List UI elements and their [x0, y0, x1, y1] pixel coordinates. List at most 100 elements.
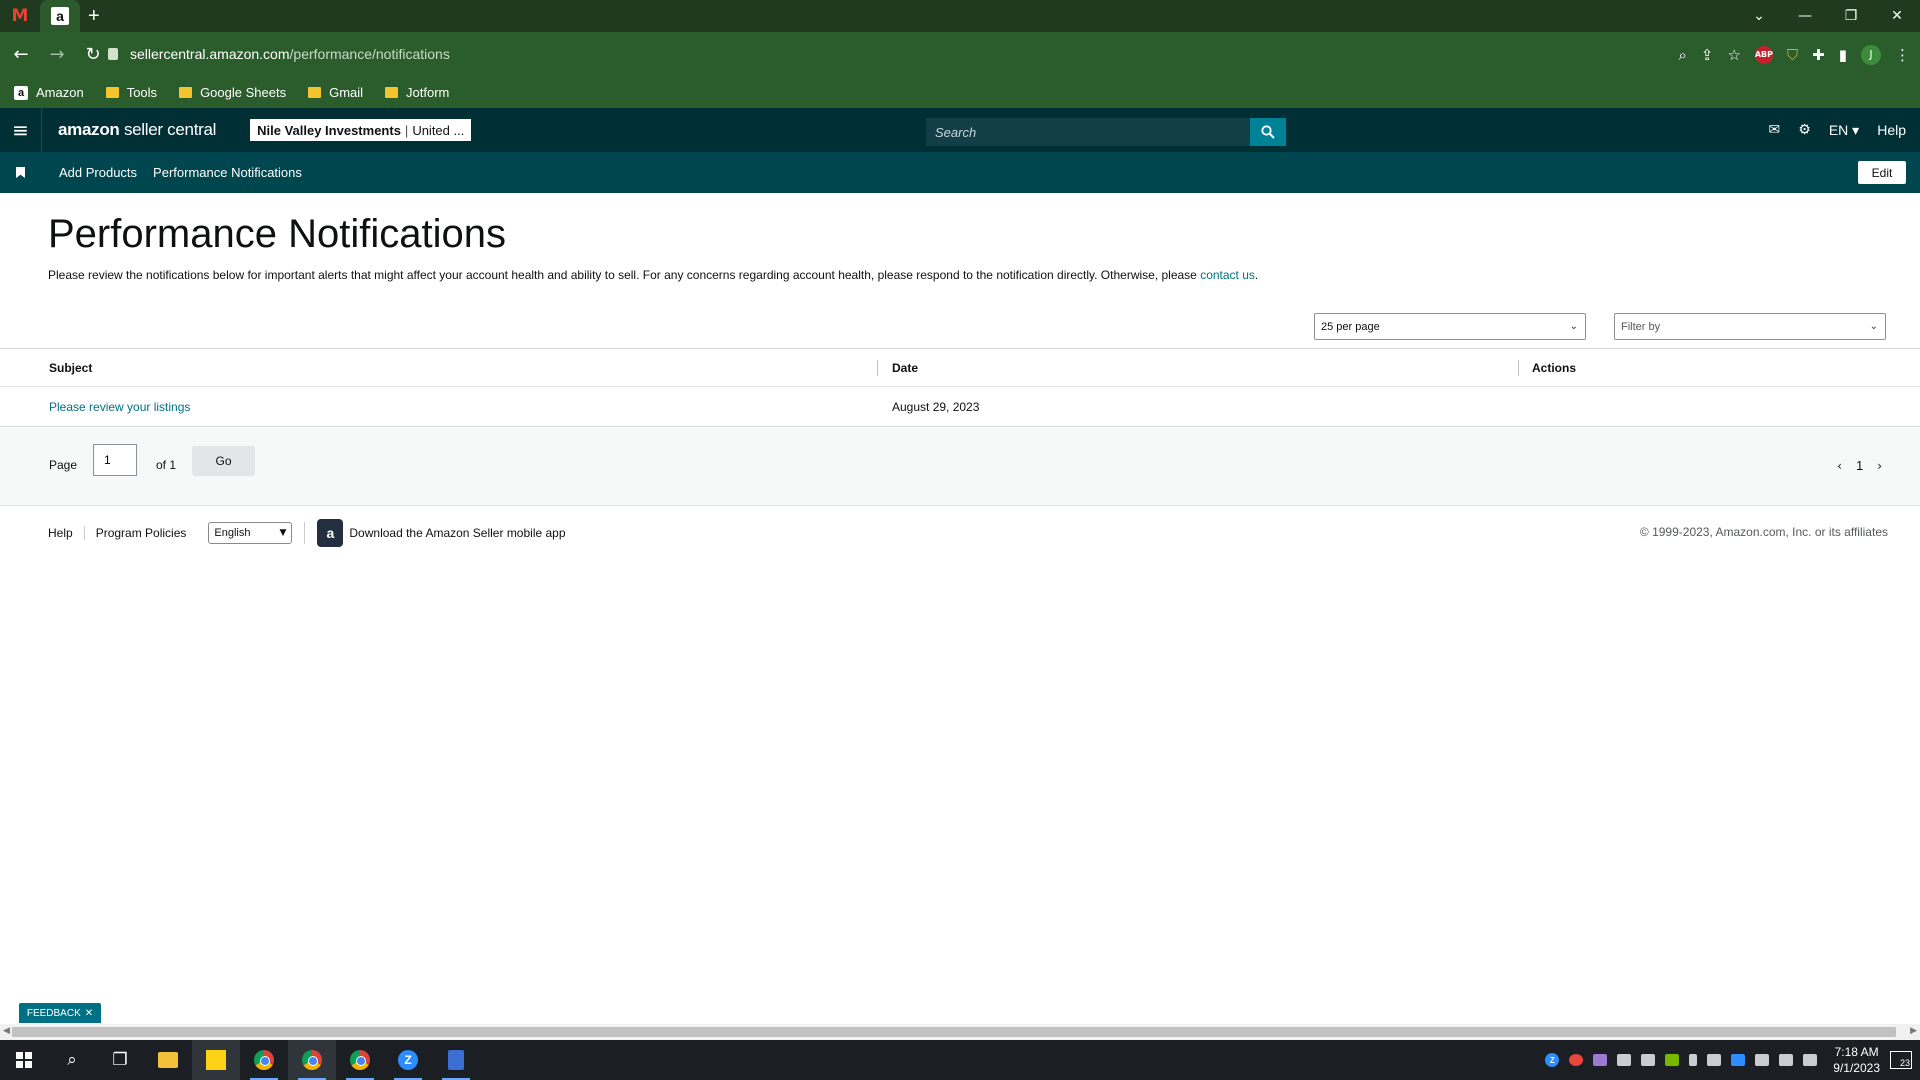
nav-add-products[interactable]: Add Products: [59, 165, 137, 180]
back-arrow-icon[interactable]: ←: [6, 44, 36, 65]
intro-end: .: [1254, 268, 1259, 282]
tab-amazon-seller-central[interactable]: a: [40, 0, 80, 32]
side-panel-icon[interactable]: ▮: [1839, 46, 1847, 64]
filter-by-select[interactable]: Filter by ⌄: [1614, 313, 1886, 340]
close-window-icon[interactable]: ✕: [1874, 8, 1920, 24]
bookmark-jotform[interactable]: Jotform: [385, 85, 449, 100]
taskbar-zoom[interactable]: Z: [384, 1040, 432, 1080]
scrollbar-thumb[interactable]: [12, 1027, 1896, 1037]
bookmark-star-icon[interactable]: ☆: [1727, 46, 1740, 64]
url-field[interactable]: sellercentral.amazon.com/performance/not…: [108, 38, 1708, 70]
calculator-icon: [448, 1050, 464, 1070]
gmail-icon: M: [11, 6, 29, 26]
search-input[interactable]: [926, 118, 1250, 146]
monitor-icon[interactable]: [1707, 1054, 1722, 1066]
bookmarks-bar: a Amazon Tools Google Sheets Gmail Jotfor…: [0, 77, 1920, 108]
column-divider: [1518, 360, 1519, 376]
scroll-right-icon[interactable]: ▶: [1910, 1026, 1917, 1036]
app-tray-icon[interactable]: [1569, 1054, 1584, 1066]
go-button[interactable]: Go: [192, 446, 255, 476]
settings-gear-icon[interactable]: ⚙: [1798, 122, 1811, 138]
bookmark-amazon[interactable]: a Amazon: [14, 85, 84, 100]
account-marketplace: United ...: [412, 122, 465, 138]
next-page-icon[interactable]: ›: [1877, 459, 1882, 473]
notification-center-icon[interactable]: 23: [1890, 1051, 1912, 1069]
reload-icon[interactable]: ↻: [78, 44, 108, 65]
bookmark-gmail[interactable]: Gmail: [308, 85, 363, 100]
shield-extension-icon[interactable]: ⛉: [1787, 46, 1798, 64]
adblock-plus-icon[interactable]: ABP: [1755, 45, 1773, 64]
notification-subject-link[interactable]: Please review your listings: [49, 400, 190, 414]
taskbar-chrome-3[interactable]: [336, 1040, 384, 1080]
onedrive-cloud-icon[interactable]: [1617, 1054, 1632, 1066]
task-view-button[interactable]: ❐: [96, 1040, 144, 1080]
page-title: Performance Notifications: [48, 212, 506, 256]
download-app-link[interactable]: Download the Amazon Seller mobile app: [349, 526, 565, 540]
account-switcher[interactable]: Nile Valley Investments | United ...: [250, 119, 472, 141]
battery-icon[interactable]: [1755, 1054, 1770, 1066]
folder-icon: [308, 87, 322, 98]
per-page-select[interactable]: 25 per page ⌄: [1314, 313, 1586, 340]
chevron-down-icon: ▼: [279, 528, 287, 538]
close-icon[interactable]: ✕: [85, 1008, 93, 1019]
language-switcher[interactable]: EN ▾: [1829, 122, 1859, 139]
help-link[interactable]: Help: [1877, 122, 1906, 138]
page-navigator: ‹ 1 ›: [1837, 458, 1882, 473]
intro-text: Please review the notifications below fo…: [48, 268, 1201, 282]
scroll-left-icon[interactable]: ◀: [3, 1026, 10, 1036]
browser-menu-kebab-icon[interactable]: ⋮: [1895, 46, 1910, 64]
restore-icon[interactable]: ❐: [1828, 8, 1874, 24]
chrome-icon: [350, 1050, 370, 1070]
horizontal-scrollbar[interactable]: ◀ ▶: [0, 1024, 1920, 1040]
taskbar-file-explorer[interactable]: [144, 1040, 192, 1080]
minimize-icon[interactable]: —: [1782, 8, 1828, 24]
bluetooth-icon[interactable]: [1731, 1054, 1746, 1066]
taskbar-search[interactable]: ⌕: [48, 1040, 96, 1080]
share-icon[interactable]: ⇪: [1701, 46, 1714, 64]
taskbar-calculator[interactable]: [432, 1040, 480, 1080]
seller-central-logo[interactable]: amazon seller central: [58, 120, 216, 140]
column-header-subject[interactable]: Subject: [49, 361, 92, 375]
microphone-icon[interactable]: [1689, 1054, 1698, 1066]
extensions-puzzle-icon[interactable]: ✚: [1812, 46, 1825, 64]
nvidia-icon[interactable]: [1665, 1054, 1680, 1066]
tab-search-chevron-icon[interactable]: ⌄: [1736, 8, 1782, 24]
taskbar-sticky-notes[interactable]: [192, 1040, 240, 1080]
profile-avatar[interactable]: J: [1861, 44, 1881, 65]
new-tab-plus-icon[interactable]: +: [88, 5, 100, 28]
bookmark-tools[interactable]: Tools: [105, 85, 157, 100]
page-number-input[interactable]: [93, 444, 137, 476]
column-header-date[interactable]: Date: [892, 361, 918, 375]
folder-icon: [385, 87, 399, 98]
seller-app-icon[interactable]: a: [317, 519, 344, 547]
taskbar-chrome-2[interactable]: [288, 1040, 336, 1080]
windows-taskbar: ⌕ ❐ Z Z 7:18 AM 9/1/2023 23: [0, 1040, 1920, 1080]
bookmark-google-sheets[interactable]: Google Sheets: [179, 85, 286, 100]
footer-language-select[interactable]: English ▼: [208, 522, 293, 544]
feedback-button[interactable]: FEEDBACK ✕: [19, 1003, 101, 1023]
page-footer: Help Program Policies English ▼ a Downlo…: [48, 518, 1888, 548]
display-tray-icon[interactable]: [1641, 1054, 1656, 1066]
forward-arrow-icon[interactable]: →: [42, 44, 72, 65]
contact-us-link[interactable]: contact us: [1200, 268, 1255, 282]
current-page-number[interactable]: 1: [1856, 458, 1863, 473]
taskbar-chrome-1[interactable]: [240, 1040, 288, 1080]
bookmark-icon[interactable]: [16, 167, 25, 178]
hamburger-menu-icon[interactable]: ≡: [0, 108, 42, 152]
search-button[interactable]: [1250, 118, 1286, 146]
mail-icon[interactable]: ✉: [1769, 122, 1781, 138]
start-button[interactable]: [0, 1040, 48, 1080]
footer-help-link[interactable]: Help: [48, 526, 85, 540]
wifi-icon[interactable]: [1779, 1054, 1794, 1066]
nav-performance-notifications[interactable]: Performance Notifications: [153, 165, 302, 180]
clock[interactable]: 7:18 AM 9/1/2023: [1833, 1044, 1880, 1076]
zoom-tray-icon[interactable]: Z: [1545, 1053, 1560, 1067]
footer-program-policies-link[interactable]: Program Policies: [96, 526, 198, 540]
zoom-magnifier-icon[interactable]: ⌕: [1678, 46, 1686, 64]
edit-button[interactable]: Edit: [1858, 161, 1906, 184]
previous-page-icon[interactable]: ‹: [1837, 459, 1842, 473]
pen-tray-icon[interactable]: [1593, 1054, 1608, 1066]
address-bar-actions: ⌕ ⇪ ☆ ABP ⛉ ✚ ▮ J ⋮: [1678, 32, 1910, 77]
volume-icon[interactable]: [1803, 1054, 1818, 1066]
tab-gmail[interactable]: M: [0, 0, 40, 32]
